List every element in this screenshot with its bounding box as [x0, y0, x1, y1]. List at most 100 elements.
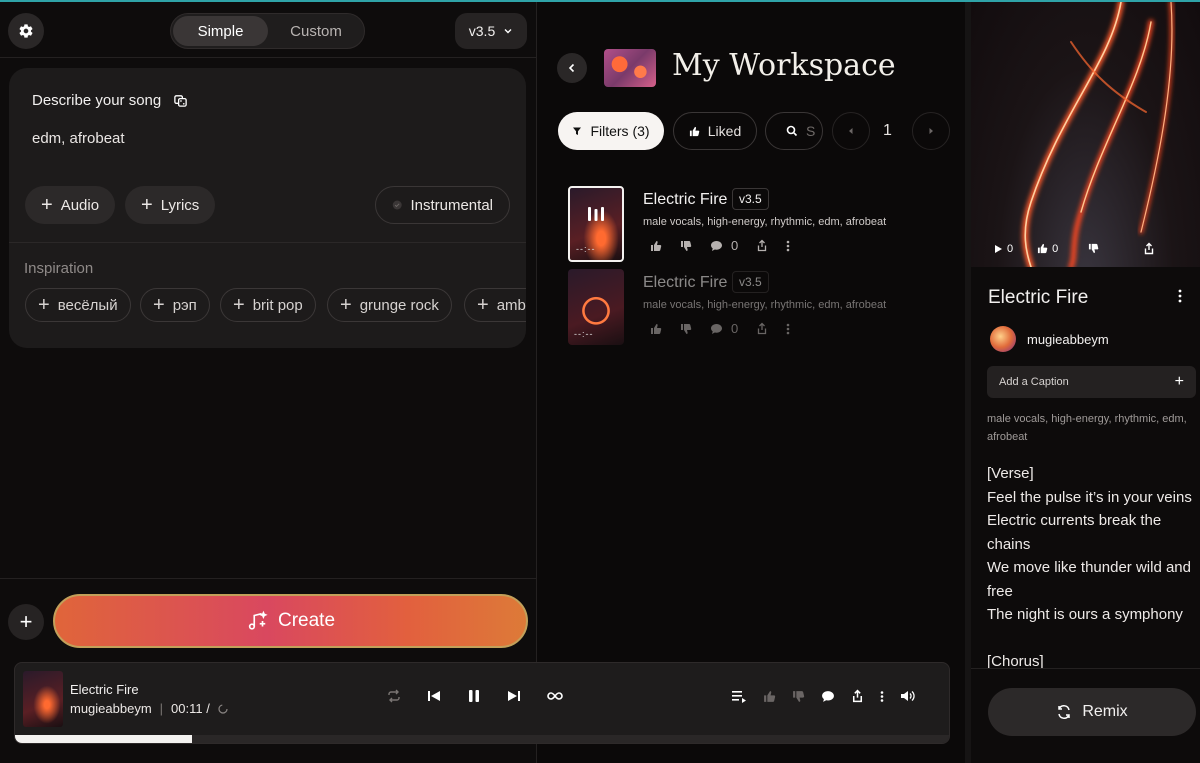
comments-button[interactable]: 0	[710, 321, 738, 336]
more-vertical-icon[interactable]	[786, 323, 790, 335]
thumbs-down-icon[interactable]	[792, 690, 805, 703]
volume-icon[interactable]	[900, 689, 915, 703]
avatar[interactable]	[990, 326, 1016, 352]
repeat-icon[interactable]	[387, 689, 401, 703]
next-page-button[interactable]	[912, 112, 950, 150]
chevron-down-icon	[504, 29, 512, 34]
liked-filter-button[interactable]: Liked	[673, 112, 757, 150]
divider	[971, 668, 1200, 669]
thumbs-up-icon[interactable]	[650, 240, 662, 252]
comment-count: 0	[731, 321, 739, 336]
inspiration-chip[interactable]: + brit pop	[220, 288, 316, 322]
filters-button[interactable]: Filters (3)	[558, 112, 664, 150]
thumbs-down-icon[interactable]	[680, 240, 692, 252]
cover-controls: 0 0	[993, 242, 1155, 255]
artist-name[interactable]: mugieabbeym	[1027, 332, 1109, 347]
song-thumbnail[interactable]: --:--	[568, 269, 624, 345]
song-actions: 0	[650, 238, 790, 253]
song-thumbnail[interactable]: --:--	[568, 186, 624, 262]
thumbs-up-icon[interactable]	[650, 323, 662, 335]
play-button[interactable]: 0	[993, 243, 1013, 255]
music-sparkle-icon	[248, 610, 268, 630]
more-vertical-icon[interactable]	[880, 690, 884, 703]
more-vertical-icon[interactable]	[1178, 289, 1182, 303]
add-lyrics-button[interactable]: + Lyrics	[125, 186, 216, 224]
tab-custom[interactable]: Custom	[271, 16, 361, 46]
plus-icon: +	[340, 294, 352, 316]
search-field[interactable]: S	[765, 112, 823, 150]
previous-icon[interactable]	[427, 689, 441, 703]
page-title: My Workspace	[672, 48, 896, 83]
share-icon[interactable]	[1143, 242, 1155, 255]
plus-icon: +	[477, 294, 489, 316]
add-button[interactable]: +	[8, 604, 44, 640]
player-actions	[731, 689, 915, 703]
player-thumbnail[interactable]	[23, 671, 63, 727]
song-detail-panel: 0 0 Electric Fire mugieabbeym Add a Capt…	[971, 2, 1200, 763]
divider	[0, 578, 536, 579]
song-description-card: Describe your song edm, afrobeat + Audio…	[9, 68, 526, 348]
player-artist[interactable]: mugieabbeym	[70, 701, 152, 716]
back-button[interactable]	[557, 53, 587, 83]
prev-page-button[interactable]	[832, 112, 870, 150]
comment-icon	[711, 240, 722, 251]
thumbs-down-icon[interactable]	[680, 323, 692, 335]
song-tags: male vocals, high-energy, rhythmic, edm,…	[987, 413, 1187, 443]
remix-button[interactable]: Remix	[988, 688, 1196, 736]
player-song-title[interactable]: Electric Fire	[70, 682, 139, 697]
lyrics: [Verse] Feel the pulse it’s in your vein…	[987, 465, 1192, 668]
song-row[interactable]: --:-- Electric Fire v3.5 male vocals, hi…	[568, 186, 958, 266]
remix-icon	[1058, 705, 1071, 719]
add-caption-field[interactable]: Add a Caption +	[987, 366, 1196, 398]
describe-label: Describe your song	[32, 92, 162, 109]
workspace-panel: My Workspace Filters (3) Liked S 1 --:--…	[537, 2, 965, 763]
settings-button[interactable]	[8, 13, 44, 49]
loop-icon[interactable]	[547, 691, 563, 701]
lyrics-label: Lyrics	[160, 196, 200, 214]
instrumental-toggle[interactable]: Instrumental	[375, 186, 510, 224]
song-row[interactable]: --:-- Electric Fire v3.5 male vocals, hi…	[568, 269, 958, 349]
thumbs-down-icon[interactable]	[1088, 243, 1099, 254]
song-title[interactable]: Electric Fire	[643, 274, 727, 292]
loading-spinner-icon	[218, 703, 228, 714]
version-select[interactable]: v3.5	[455, 13, 527, 49]
queue-icon[interactable]	[731, 689, 747, 703]
plus-icon: +	[19, 609, 33, 634]
song-description-input[interactable]: edm, afrobeat	[32, 130, 125, 147]
dice-icon[interactable]	[173, 93, 188, 108]
pause-icon[interactable]	[467, 689, 481, 703]
plus-icon: +	[153, 294, 165, 316]
inspiration-chip[interactable]: + рэп	[140, 288, 210, 322]
version-badge: v3.5	[732, 188, 769, 210]
create-button[interactable]: Create	[53, 594, 528, 648]
song-title[interactable]: Electric Fire	[643, 191, 727, 209]
like-button[interactable]: 0	[1037, 243, 1058, 255]
page-number: 1	[883, 122, 892, 139]
thumbs-up-icon	[689, 126, 700, 136]
next-icon[interactable]	[507, 689, 521, 703]
create-label: Create	[277, 610, 336, 631]
player-meta: mugieabbeym | 00:11 /	[70, 701, 228, 716]
add-audio-button[interactable]: + Audio	[25, 186, 116, 224]
share-icon[interactable]	[756, 322, 768, 335]
caret-right-icon	[929, 128, 933, 134]
check-circle-icon	[392, 200, 402, 210]
workspace-thumbnail	[604, 49, 656, 87]
chevron-left-icon	[568, 63, 575, 73]
share-icon[interactable]	[851, 689, 864, 703]
divider	[0, 57, 536, 58]
comments-button[interactable]: 0	[710, 238, 738, 253]
comment-icon[interactable]	[821, 690, 835, 703]
song-duration: --:--	[576, 244, 596, 254]
create-panel: Simple Custom v3.5 Describe your song ed…	[0, 2, 536, 763]
inspiration-chip[interactable]: + amb	[464, 288, 526, 322]
filters-label: Filters (3)	[590, 123, 650, 139]
search-icon	[786, 125, 798, 137]
divider	[9, 242, 526, 243]
thumbs-up-icon[interactable]	[763, 690, 776, 703]
inspiration-chip[interactable]: + grunge rock	[327, 288, 452, 322]
more-vertical-icon[interactable]	[786, 240, 790, 252]
share-icon[interactable]	[756, 239, 768, 252]
tab-simple[interactable]: Simple	[173, 16, 268, 46]
inspiration-chip[interactable]: + весёлый	[25, 288, 131, 322]
